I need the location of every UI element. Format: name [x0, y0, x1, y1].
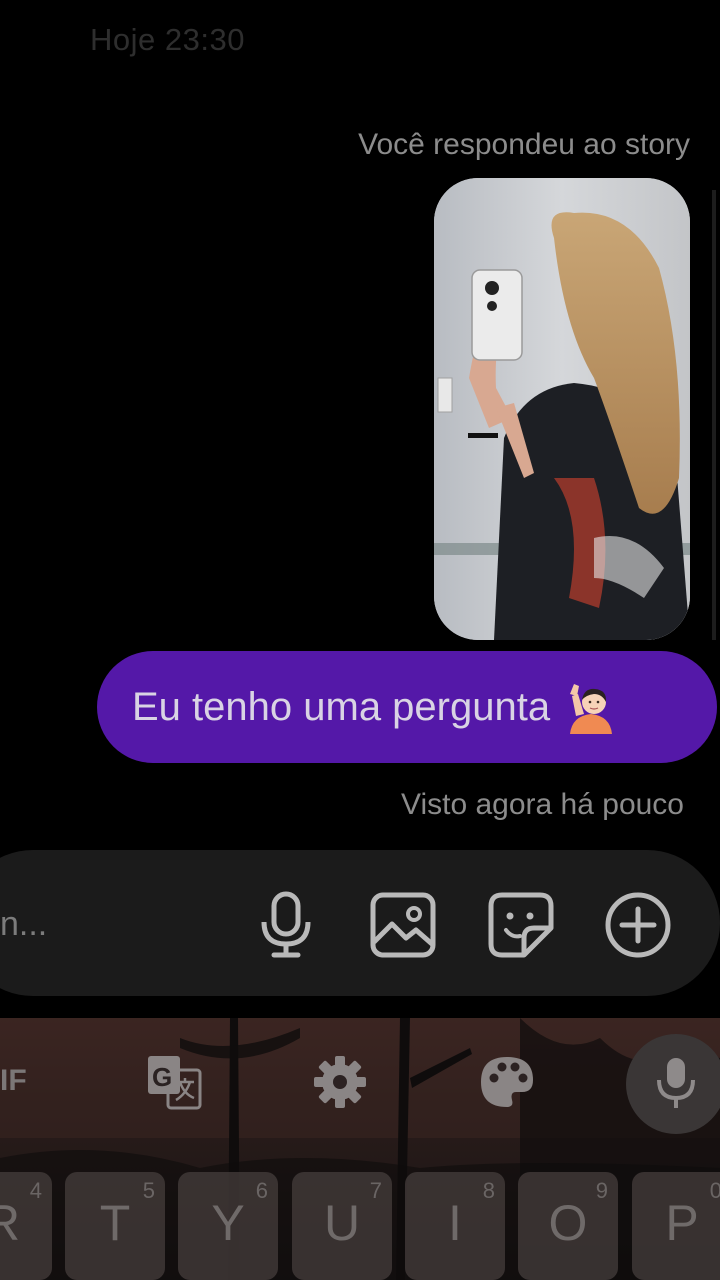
- settings-gear-icon[interactable]: [310, 1052, 370, 1112]
- story-photo: [434, 178, 690, 640]
- key-letter: R: [0, 1195, 21, 1251]
- key-i[interactable]: 8 I: [405, 1172, 505, 1280]
- key-y[interactable]: 6 Y: [178, 1172, 278, 1280]
- image-icon[interactable]: [368, 890, 438, 960]
- chat-timestamp: Hoje 23:30: [90, 22, 245, 57]
- key-letter: I: [448, 1195, 462, 1251]
- key-o[interactable]: 9 O: [518, 1172, 618, 1280]
- story-reply-label: Você respondeu ao story: [358, 128, 690, 161]
- key-u[interactable]: 7 U: [292, 1172, 392, 1280]
- message-input[interactable]: n...: [0, 905, 47, 944]
- microphone-icon[interactable]: [251, 890, 321, 960]
- sent-message-bubble[interactable]: Eu tenho uma pergunta: [97, 651, 717, 763]
- voice-input-mic-icon[interactable]: [626, 1034, 720, 1134]
- add-icon[interactable]: [603, 890, 673, 960]
- key-letter: U: [323, 1195, 361, 1251]
- scroll-edge: [712, 190, 716, 640]
- key-letter: T: [99, 1195, 131, 1251]
- key-p[interactable]: 0 P: [632, 1172, 720, 1280]
- key-letter: Y: [211, 1195, 245, 1251]
- key-letter: P: [665, 1195, 699, 1251]
- key-r[interactable]: 4 R: [0, 1172, 52, 1280]
- message-text: Eu tenho uma pergunta: [132, 684, 551, 729]
- translate-icon[interactable]: G: [145, 1052, 203, 1112]
- key-letter: O: [548, 1195, 588, 1251]
- person-raising-hand-emoji-icon: [564, 680, 618, 734]
- chat-screen: Hoje 23:30 Você respondeu ao story Eu te…: [0, 0, 720, 1280]
- seen-status: Visto agora há pouco: [401, 788, 684, 821]
- gif-button[interactable]: IF: [0, 1064, 27, 1098]
- palette-icon[interactable]: [477, 1052, 537, 1112]
- story-thumbnail[interactable]: [434, 178, 690, 640]
- key-t[interactable]: 5 T: [65, 1172, 165, 1280]
- sticker-icon[interactable]: [486, 890, 556, 960]
- svg-text:G: G: [152, 1062, 172, 1092]
